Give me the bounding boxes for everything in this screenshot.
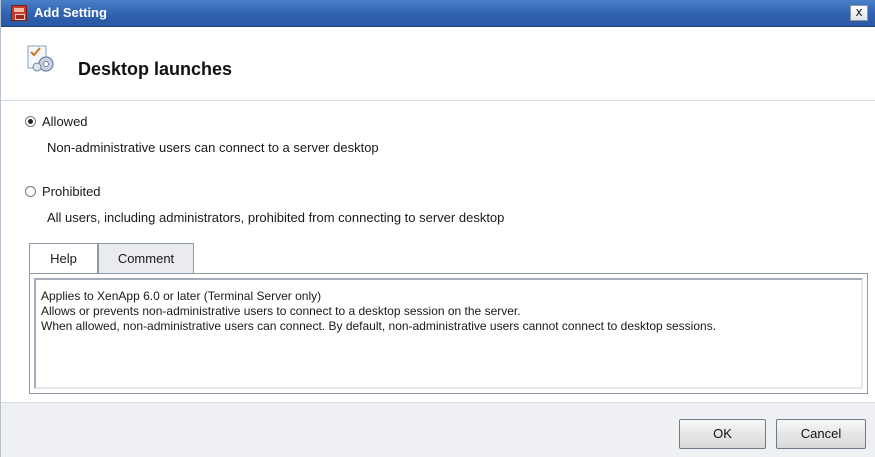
cancel-button[interactable]: Cancel [776, 419, 866, 449]
prohibited-radio[interactable] [25, 186, 36, 197]
page-title: Desktop launches [78, 59, 233, 79]
allowed-radio[interactable] [25, 116, 36, 127]
close-button[interactable]: x [850, 5, 868, 21]
help-line: When allowed, non-administrative users c… [41, 319, 717, 333]
help-line: Allows or prevents non-administrative us… [41, 304, 521, 318]
option-allowed[interactable]: Allowed [25, 114, 88, 129]
ok-button[interactable]: OK [679, 419, 766, 449]
header-divider [1, 100, 875, 101]
dialog-footer: OK Cancel [1, 402, 875, 457]
window-title: Add Setting [34, 5, 107, 20]
allowed-label[interactable]: Allowed [42, 114, 88, 129]
app-icon [11, 5, 27, 21]
help-line: Applies to XenApp 6.0 or later (Terminal… [41, 289, 322, 303]
tab-help[interactable]: Help [29, 243, 98, 275]
title-bar[interactable]: Add Setting x [1, 0, 875, 27]
add-setting-dialog: Add Setting x Desktop launches Allowed N… [0, 0, 875, 457]
help-panel: Applies to XenApp 6.0 or later (Terminal… [29, 273, 868, 394]
tab-comment[interactable]: Comment [98, 243, 194, 273]
prohibited-label[interactable]: Prohibited [42, 184, 101, 199]
option-prohibited[interactable]: Prohibited [25, 184, 101, 199]
prohibited-description: All users, including administrators, pro… [47, 210, 505, 225]
settings-wizard-icon [27, 45, 54, 72]
allowed-description: Non-administrative users can connect to … [47, 140, 379, 155]
help-text-area[interactable]: Applies to XenApp 6.0 or later (Terminal… [34, 278, 863, 389]
dialog-header: Desktop launches [1, 27, 875, 99]
